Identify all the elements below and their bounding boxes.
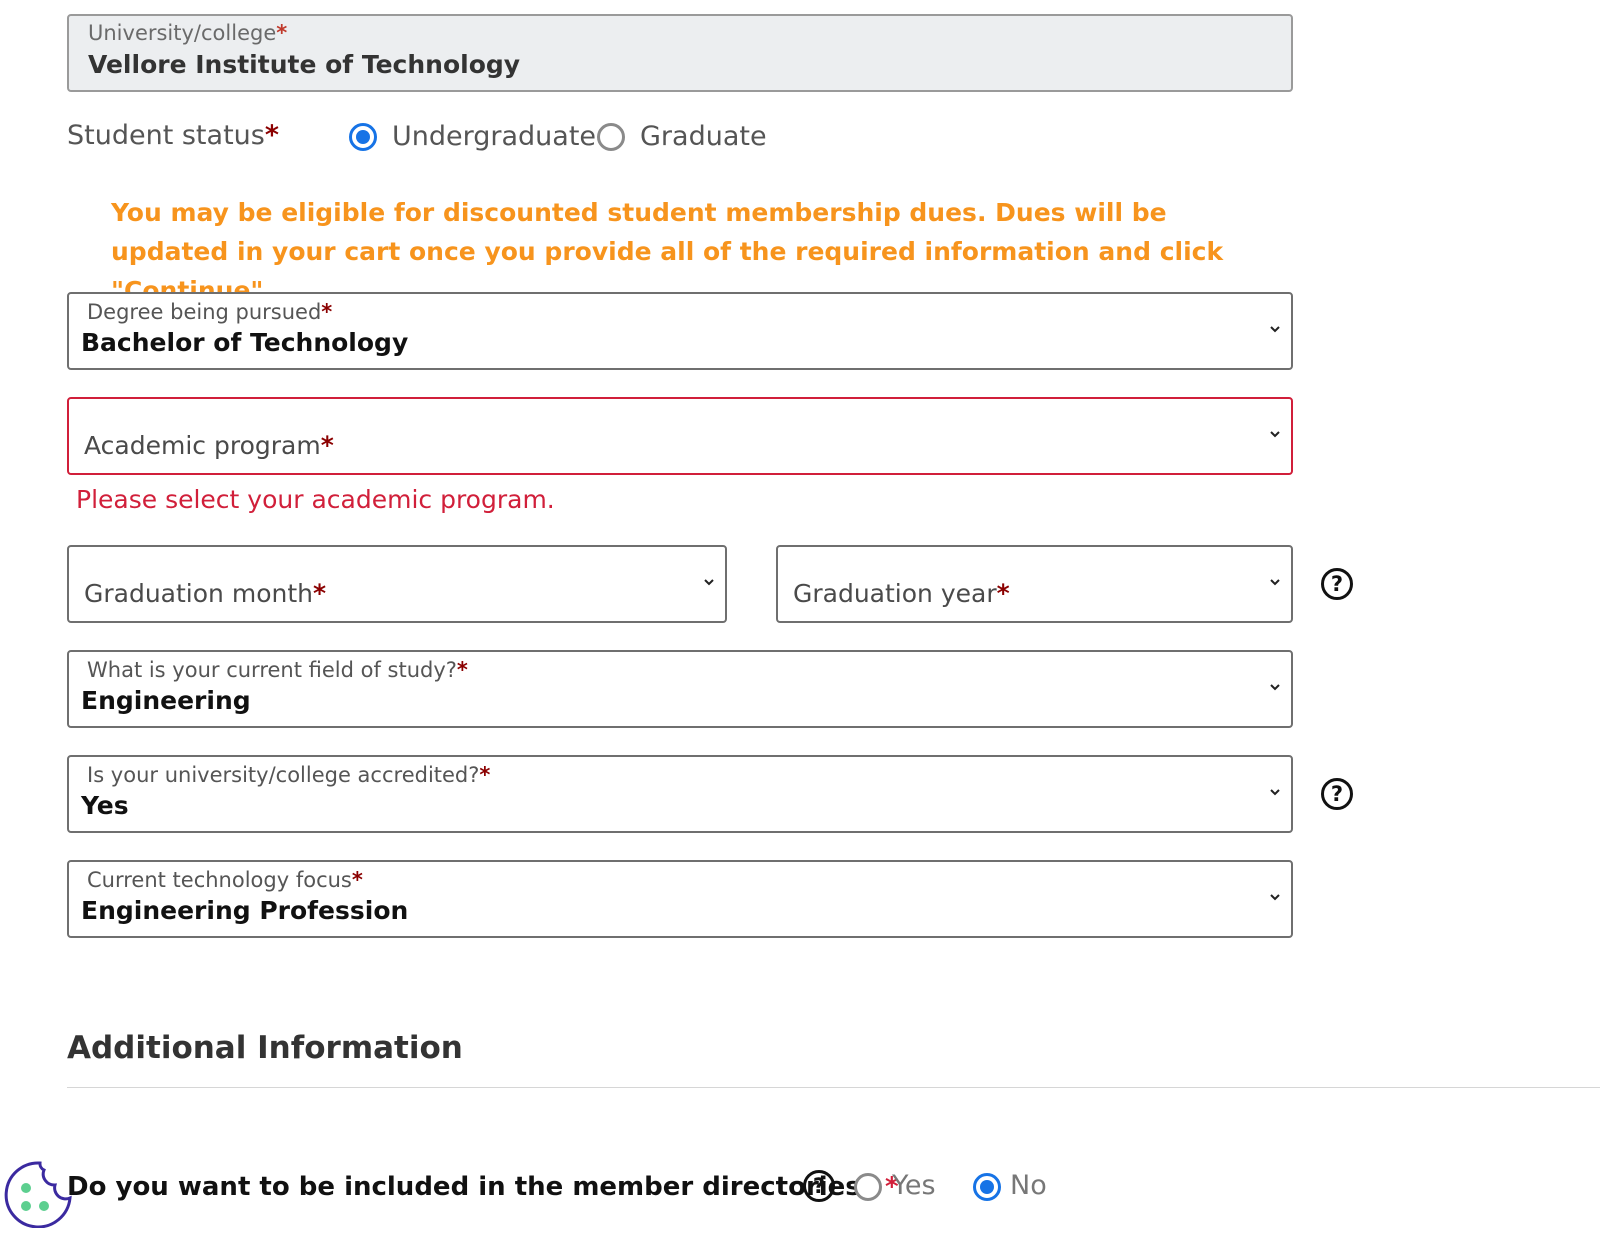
section-divider (67, 1087, 1600, 1088)
question-circle-icon[interactable]: ? (1321, 568, 1353, 600)
field-of-study-value: Engineering (81, 686, 251, 715)
radio-undergraduate[interactable] (349, 123, 377, 151)
graduation-month-placeholder: Graduation month* (84, 579, 327, 608)
chevron-down-icon (1270, 431, 1280, 438)
question-circle-icon[interactable]: ? (1321, 778, 1353, 810)
degree-label: Degree being pursued* (87, 300, 333, 324)
chevron-down-icon (1270, 789, 1280, 796)
accredited-select[interactable]: Is your university/college accredited?* … (67, 755, 1293, 833)
accredited-value: Yes (81, 791, 129, 820)
question-circle-icon[interactable]: ? (803, 1170, 835, 1202)
student-status-label: Student status* (67, 120, 279, 151)
cookie-settings-icon[interactable] (4, 1160, 74, 1228)
chevron-down-icon (1270, 579, 1280, 586)
university-label: University/college* (88, 21, 288, 45)
academic-program-error: Please select your academic program. (76, 485, 555, 514)
technology-focus-value: Engineering Profession (81, 896, 409, 925)
chevron-down-icon (704, 579, 714, 586)
graduation-month-select[interactable]: Graduation month* (67, 545, 727, 623)
section-heading: Additional Information (67, 1030, 463, 1066)
radio-undergraduate-label[interactable]: Undergraduate (392, 121, 596, 152)
chevron-down-icon (1270, 894, 1280, 901)
radio-graduate[interactable] (597, 123, 625, 151)
radio-directories-yes-label[interactable]: Yes (892, 1170, 936, 1201)
degree-select[interactable]: Degree being pursued* Bachelor of Techno… (67, 292, 1293, 370)
field-of-study-select[interactable]: What is your current field of study?* En… (67, 650, 1293, 728)
chevron-down-icon (1270, 684, 1280, 691)
academic-program-select[interactable]: Academic program* (67, 397, 1293, 475)
graduation-year-select[interactable]: Graduation year* (776, 545, 1293, 623)
university-field: University/college* Vellore Institute of… (67, 14, 1293, 92)
graduation-year-placeholder: Graduation year* (793, 579, 1010, 608)
technology-focus-label: Current technology focus* (87, 868, 363, 892)
directories-question: Do you want to be included in the member… (67, 1172, 899, 1202)
radio-directories-no-label[interactable]: No (1010, 1170, 1047, 1201)
academic-program-placeholder: Academic program* (84, 431, 334, 460)
technology-focus-select[interactable]: Current technology focus* Engineering Pr… (67, 860, 1293, 938)
chevron-down-icon (1270, 326, 1280, 333)
degree-value: Bachelor of Technology (81, 328, 409, 357)
radio-graduate-label[interactable]: Graduate (640, 121, 767, 152)
radio-directories-yes[interactable] (854, 1173, 882, 1201)
university-value: Vellore Institute of Technology (88, 50, 521, 79)
radio-directories-no[interactable] (973, 1173, 1001, 1201)
accredited-label: Is your university/college accredited?* (87, 763, 491, 787)
field-of-study-label: What is your current field of study?* (87, 658, 468, 682)
